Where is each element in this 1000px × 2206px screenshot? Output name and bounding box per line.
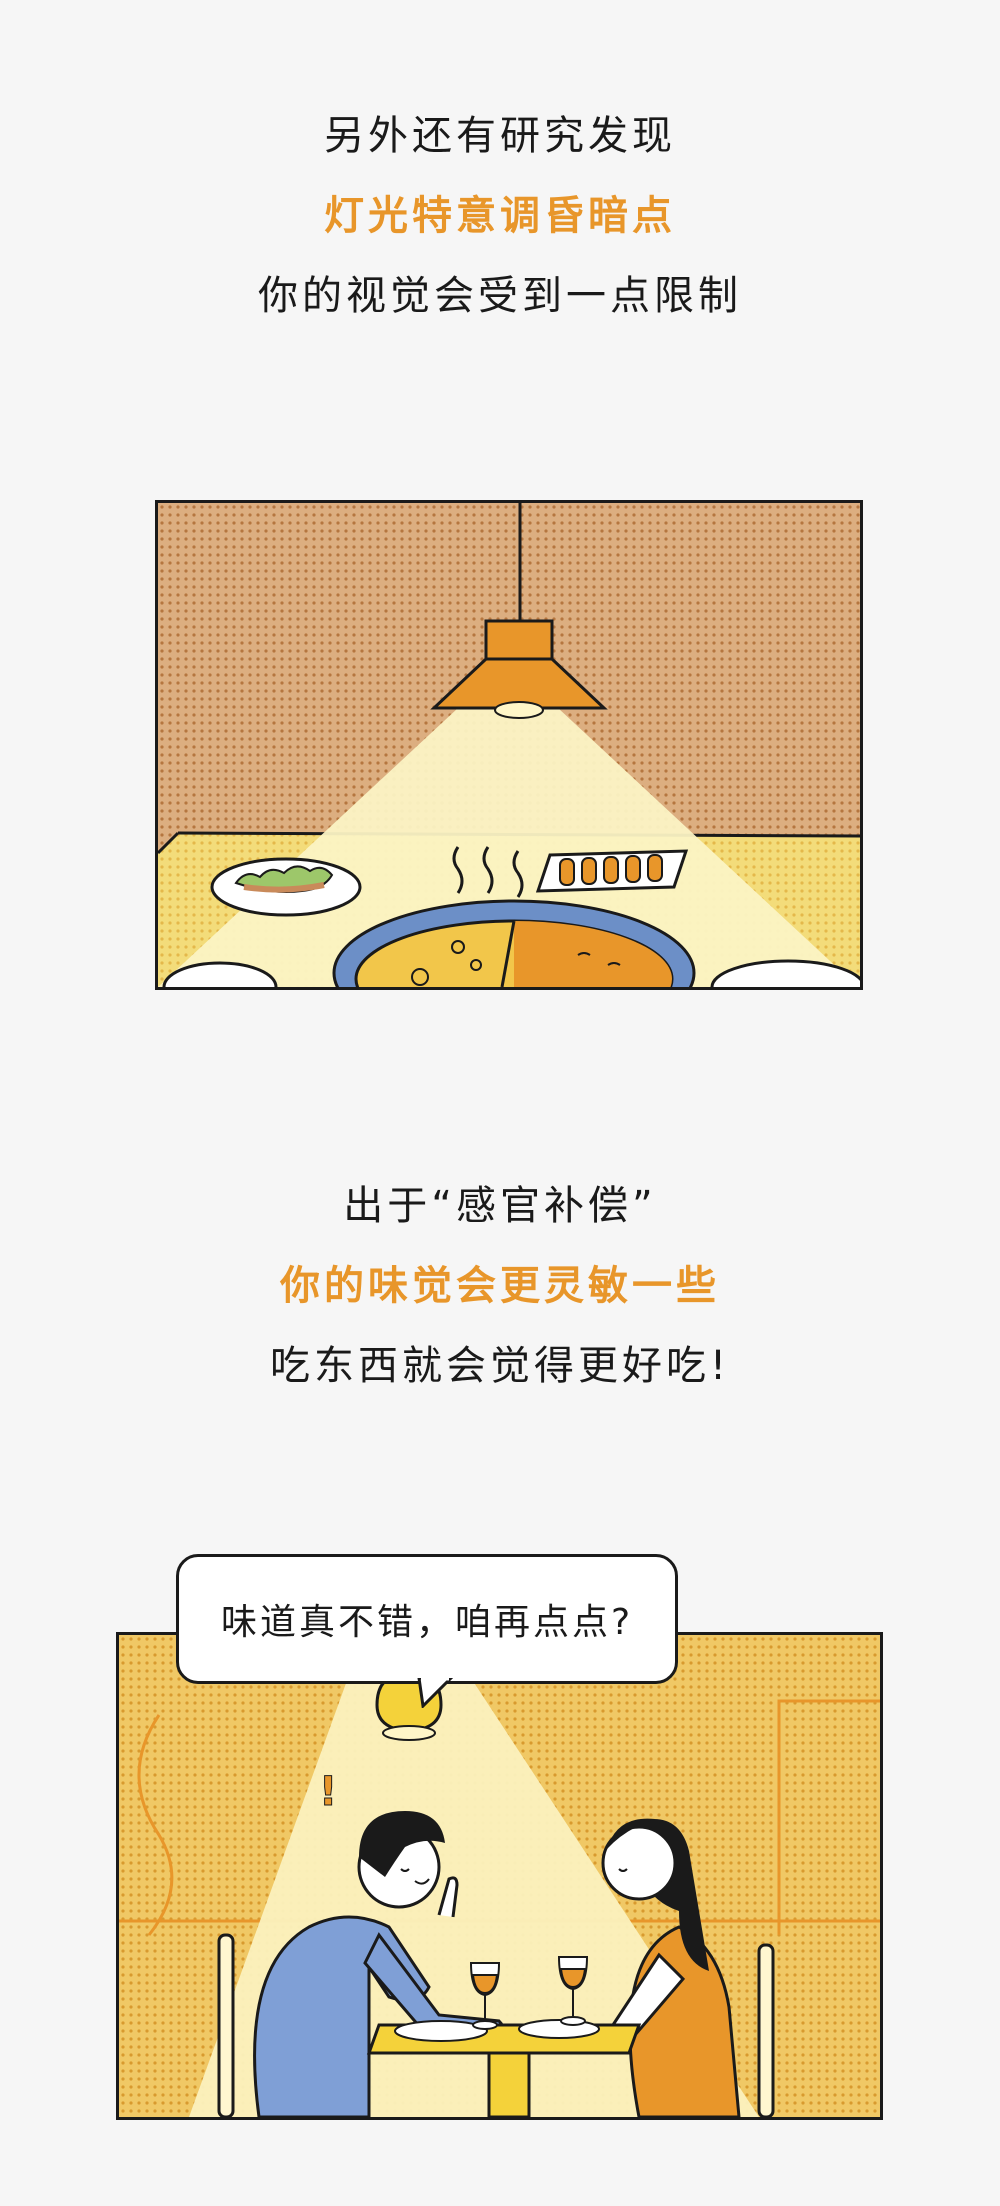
chair-right-icon (757, 1943, 775, 2117)
highlight-line-dim-light: 灯光特意调昏暗点 (324, 193, 676, 239)
text-line-1: 另外还有研究发现 (324, 113, 676, 159)
illustration-dim-lamp-table (155, 500, 863, 990)
highlight-line-taste: 你的味觉会更灵敏一些 (280, 1263, 720, 1309)
text-line-3: 吃东西就会觉得更好吃! (269, 1343, 731, 1389)
illustration-couple-dining: ! (116, 1632, 883, 2120)
text-line-3: 你的视觉会受到一点限制 (258, 273, 742, 319)
svg-text:!: ! (319, 1769, 337, 1815)
speech-bubble: 味道真不错，咱再点点? (176, 1554, 678, 1684)
chair-left-icon (217, 1933, 235, 2117)
skewer-tray-icon (535, 849, 689, 893)
lettuce-plate-icon (210, 857, 362, 917)
text-line-1: 出于“感官补偿” (343, 1183, 657, 1229)
speech-bubble-text: 味道真不错，咱再点点? (220, 1602, 634, 1643)
speech-bubble-tail (417, 1678, 454, 1708)
